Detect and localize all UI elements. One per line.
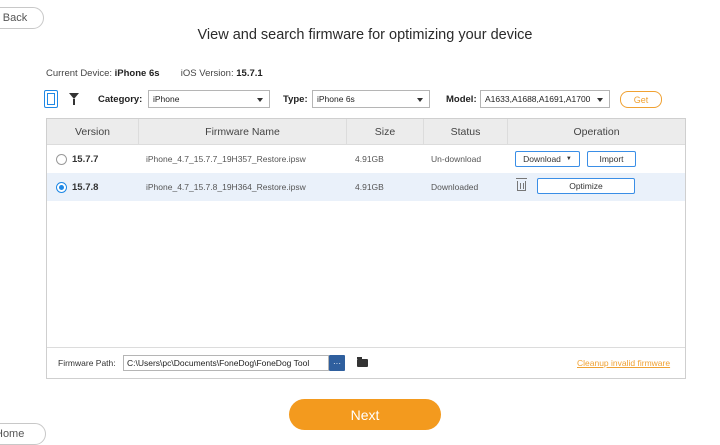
model-label: Model:	[446, 94, 477, 105]
next-button[interactable]: Next	[289, 399, 441, 430]
column-header-size: Size	[347, 119, 424, 144]
phone-icon[interactable]	[44, 90, 58, 108]
download-dropdown-button[interactable]: Download ▼	[515, 151, 580, 167]
chevron-down-icon	[417, 98, 423, 102]
version-radio[interactable]	[56, 181, 67, 193]
current-device-label: Current Device:	[46, 68, 112, 79]
firmware-size: 4.91GB	[355, 154, 384, 164]
column-header-operation: Operation	[573, 125, 620, 138]
folder-icon[interactable]	[357, 357, 368, 367]
firmware-table: Version Firmware Name Size Status Operat…	[46, 118, 686, 379]
category-select[interactable]: iPhone	[148, 90, 270, 108]
firmware-name: iPhone_4.7_15.7.7_19H357_Restore.ipsw	[146, 154, 306, 164]
table-header: Version Firmware Name Size Status Operat…	[47, 119, 685, 145]
firmware-path-label: Firmware Path:	[58, 358, 116, 368]
category-label: Category:	[98, 94, 143, 105]
column-header-version: Version	[47, 119, 139, 144]
firmware-status: Un-download	[431, 154, 482, 164]
device-info: Current Device: iPhone 6s iOS Version: 1…	[46, 68, 263, 79]
cleanup-invalid-firmware-link[interactable]: Cleanup invalid firmware	[577, 358, 670, 368]
download-button-label: Download	[523, 154, 561, 164]
filter-row: Category: iPhone Type: iPhone 6s Model: …	[44, 89, 714, 111]
firmware-name: iPhone_4.7_15.7.8_19H364_Restore.ipsw	[146, 182, 306, 192]
version-value: 15.7.7	[72, 153, 99, 165]
back-button[interactable]: Back	[0, 7, 44, 29]
version-value: 15.7.8	[72, 181, 99, 193]
firmware-path-bar: Firmware Path: C:\Users\pc\Documents\Fon…	[47, 347, 685, 379]
category-select-value: iPhone	[153, 94, 180, 104]
column-header-status: Status	[424, 119, 508, 144]
filter-icon-stem	[73, 99, 75, 105]
page-title: View and search firmware for optimizing …	[197, 27, 533, 43]
ios-version-label: iOS Version:	[180, 68, 234, 79]
ios-version-value: 15.7.1	[236, 68, 263, 79]
browse-button[interactable]: ···	[329, 355, 345, 371]
type-select[interactable]: iPhone 6s	[312, 90, 430, 108]
trash-icon[interactable]	[516, 178, 527, 191]
type-label: Type:	[283, 94, 308, 105]
firmware-size: 4.91GB	[355, 182, 384, 192]
home-button[interactable]: Home	[0, 423, 46, 445]
get-button[interactable]: Get	[620, 91, 662, 108]
version-radio[interactable]	[56, 153, 67, 165]
model-select[interactable]: A1633,A1688,A1691,A1700	[480, 90, 610, 108]
type-select-value: iPhone 6s	[317, 94, 355, 104]
firmware-path-input[interactable]: C:\Users\pc\Documents\FoneDog\FoneDog To…	[123, 355, 329, 371]
firmware-status: Downloaded	[431, 182, 479, 192]
import-button[interactable]: Import	[587, 151, 636, 167]
column-header-firmware-name: Firmware Name	[139, 119, 347, 144]
model-select-value: A1633,A1688,A1691,A1700	[485, 94, 591, 104]
table-row[interactable]: 15.7.8 iPhone_4.7_15.7.8_19H364_Restore.…	[47, 173, 685, 201]
chevron-down-icon	[597, 98, 603, 102]
optimize-button[interactable]: Optimize	[537, 178, 635, 194]
chevron-down-icon	[257, 98, 263, 102]
chevron-down-icon: ▼	[565, 156, 572, 162]
current-device-value: iPhone 6s	[114, 68, 160, 79]
table-row[interactable]: 15.7.7 iPhone_4.7_15.7.7_19H357_Restore.…	[47, 145, 685, 173]
